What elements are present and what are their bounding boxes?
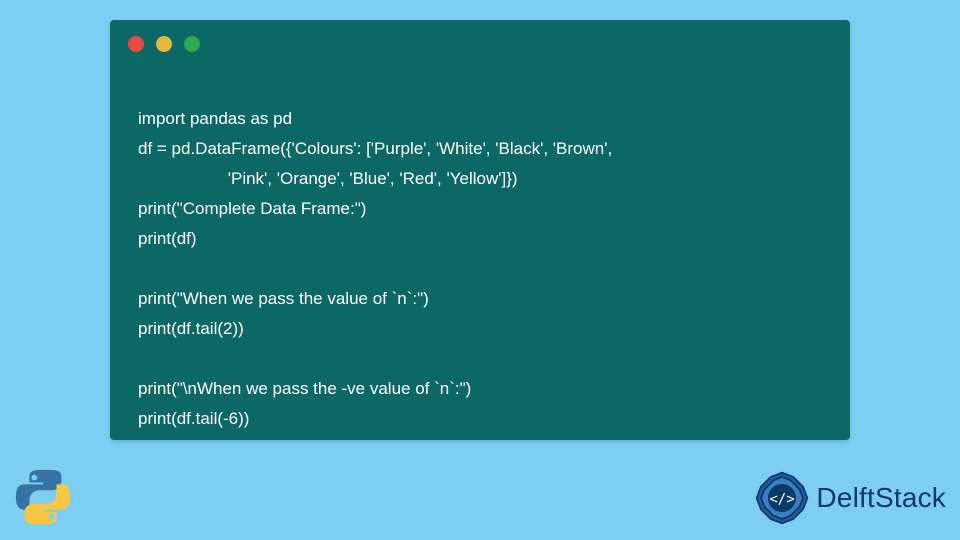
svg-text:</>: </> (770, 491, 795, 507)
code-block: import pandas as pd df = pd.DataFrame({'… (138, 74, 822, 464)
code-window: import pandas as pd df = pd.DataFrame({'… (110, 20, 850, 440)
minimize-icon (156, 36, 172, 52)
brand-text: DelftStack (816, 482, 946, 514)
window-traffic-lights (128, 36, 200, 52)
stage: import pandas as pd df = pd.DataFrame({'… (0, 0, 960, 540)
code-line: print(df.tail(-6)) (138, 409, 249, 428)
python-icon (12, 466, 74, 528)
gear-icon: </> (754, 470, 810, 526)
code-line: df = pd.DataFrame({'Colours': ['Purple',… (138, 139, 612, 158)
code-line: print("When we pass the value of `n`:") (138, 289, 429, 308)
code-line: print("Complete Data Frame:") (138, 199, 366, 218)
code-line: 'Pink', 'Orange', 'Blue', 'Red', 'Yellow… (138, 169, 518, 188)
close-icon (128, 36, 144, 52)
code-line: print("\nWhen we pass the -ve value of `… (138, 379, 471, 398)
delftstack-branding: </> DelftStack (754, 470, 946, 526)
code-line: print(df.tail(2)) (138, 319, 244, 338)
code-line: import pandas as pd (138, 109, 292, 128)
code-line: print(df) (138, 229, 197, 248)
maximize-icon (184, 36, 200, 52)
